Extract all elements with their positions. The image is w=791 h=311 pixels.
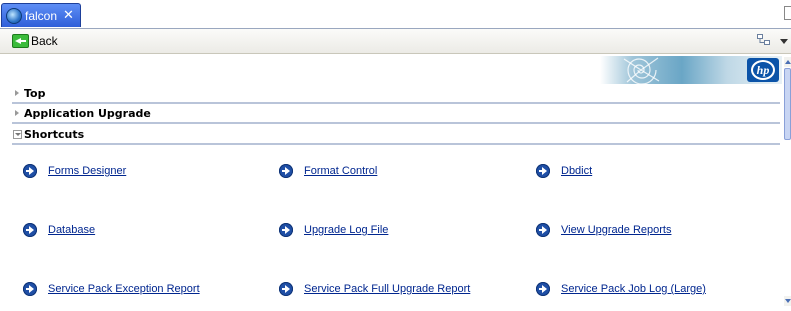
scroll-up-arrow[interactable]: [784, 57, 791, 67]
shortcut-link[interactable]: View Upgrade Reports: [561, 224, 671, 236]
section-label: Top: [24, 86, 46, 100]
arrow-right-circle-icon: [536, 282, 550, 296]
back-arrow-icon: [12, 34, 29, 48]
hp-logo: hp: [747, 58, 779, 82]
arrow-right-circle-icon: [279, 282, 293, 296]
arrow-right-circle-icon: [23, 282, 37, 296]
toolbar: Back: [0, 29, 791, 54]
shortcut-link[interactable]: Service Pack Exception Report: [48, 283, 200, 295]
shortcut-link[interactable]: Upgrade Log File: [304, 224, 388, 236]
shortcut-view-upgrade-reports[interactable]: View Upgrade Reports: [536, 223, 671, 237]
shortcut-link[interactable]: Dbdict: [561, 165, 592, 177]
hp-logo-text: hp: [751, 60, 775, 80]
chevron-right-icon[interactable]: [12, 108, 22, 118]
scrollbar-thumb[interactable]: [784, 68, 791, 140]
arrow-right-circle-icon: [279, 223, 293, 237]
section-application-upgrade[interactable]: Application Upgrade: [12, 104, 780, 124]
shortcut-upgrade-log-file[interactable]: Upgrade Log File: [279, 223, 388, 237]
shortcut-format-control[interactable]: Format Control: [279, 164, 377, 178]
arrow-right-circle-icon: [279, 164, 293, 178]
shortcut-link[interactable]: Forms Designer: [48, 165, 126, 177]
shortcut-forms-designer[interactable]: Forms Designer: [23, 164, 126, 178]
shortcut-database[interactable]: Database: [23, 223, 95, 237]
arrow-right-circle-icon: [536, 223, 550, 237]
section-top[interactable]: Top: [12, 84, 780, 104]
editor-tab-bar: falcon ✕: [0, 0, 791, 29]
shortcut-service-pack-full-upgrade-report[interactable]: Service Pack Full Upgrade Report: [279, 282, 470, 296]
back-label: Back: [31, 34, 58, 48]
chevron-down-icon[interactable]: [12, 129, 22, 139]
arrow-right-circle-icon: [23, 164, 37, 178]
section-shortcuts[interactable]: Shortcuts: [12, 125, 780, 145]
nautilus-shell-icon: [623, 57, 660, 85]
maximize-icon[interactable]: [784, 6, 791, 20]
tab-falcon[interactable]: falcon ✕: [1, 3, 81, 27]
shortcut-link[interactable]: Service Pack Job Log (Large): [561, 283, 706, 295]
chevron-right-icon[interactable]: [12, 88, 22, 98]
shortcut-service-pack-job-log-large[interactable]: Service Pack Job Log (Large): [536, 282, 706, 296]
close-icon[interactable]: ✕: [63, 8, 74, 23]
shortcut-link[interactable]: Database: [48, 224, 95, 236]
shortcut-dbdict[interactable]: Dbdict: [536, 164, 592, 178]
shortcut-service-pack-exception-report[interactable]: Service Pack Exception Report: [23, 282, 200, 296]
section-label: Shortcuts: [24, 127, 85, 141]
chevron-down-icon[interactable]: [780, 39, 788, 44]
globe-icon: [6, 7, 22, 24]
arrow-right-circle-icon: [536, 164, 550, 178]
section-label: Application Upgrade: [24, 106, 151, 120]
view-menu-icon[interactable]: [757, 34, 771, 46]
arrow-right-circle-icon: [23, 223, 37, 237]
scroll-down-arrow[interactable]: [784, 296, 791, 306]
tab-title: falcon: [25, 8, 58, 23]
shortcut-link[interactable]: Service Pack Full Upgrade Report: [304, 283, 470, 295]
back-button[interactable]: Back: [12, 34, 58, 48]
shortcut-link[interactable]: Format Control: [304, 165, 377, 177]
